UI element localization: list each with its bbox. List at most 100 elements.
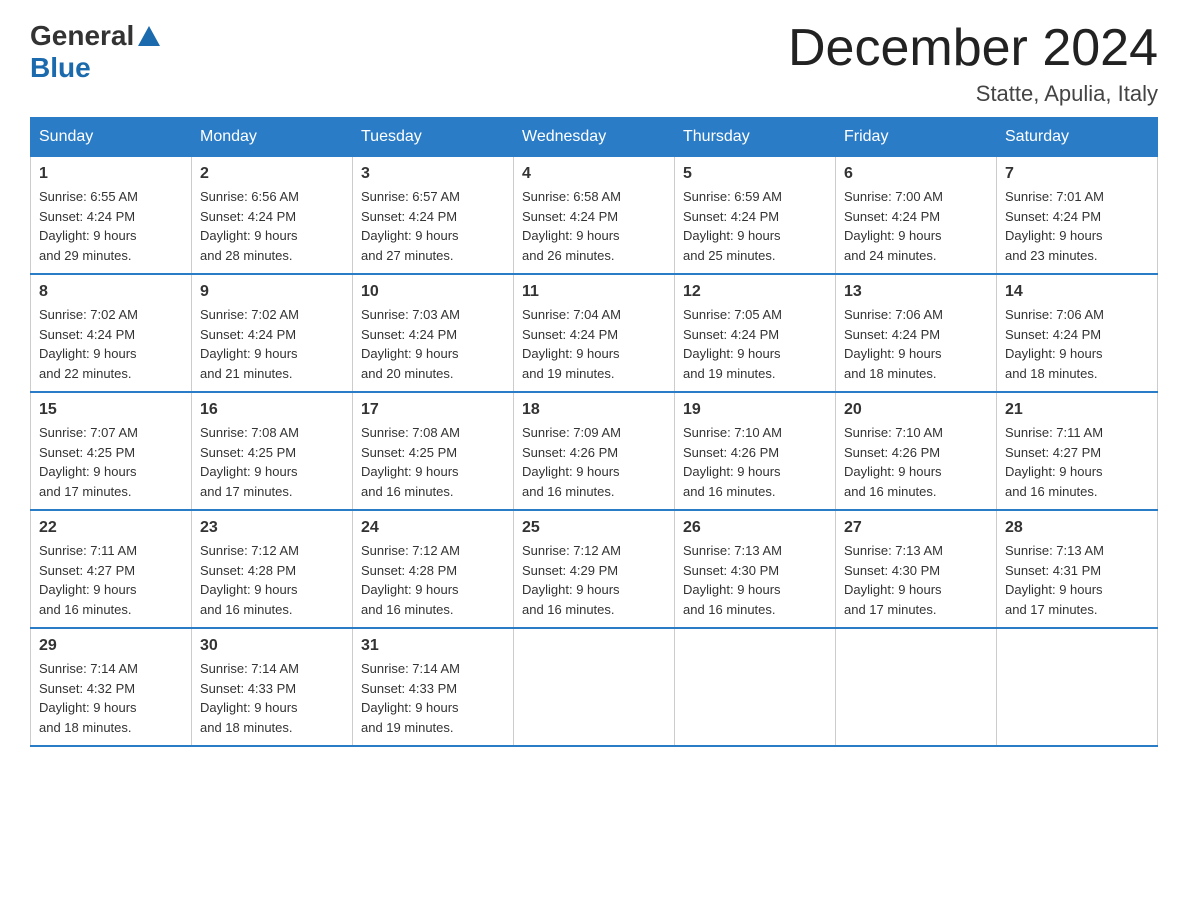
day-number: 16 [200,401,344,419]
calendar-cell: 25 Sunrise: 7:12 AM Sunset: 4:29 PM Dayl… [514,510,675,628]
day-number: 6 [844,165,988,183]
day-number: 27 [844,519,988,537]
logo-blue-text: Blue [30,52,91,83]
day-info: Sunrise: 7:09 AM Sunset: 4:26 PM Dayligh… [522,423,666,501]
calendar-cell: 6 Sunrise: 7:00 AM Sunset: 4:24 PM Dayli… [836,157,997,275]
day-number: 10 [361,283,505,301]
day-info: Sunrise: 7:12 AM Sunset: 4:29 PM Dayligh… [522,541,666,619]
calendar-cell: 23 Sunrise: 7:12 AM Sunset: 4:28 PM Dayl… [192,510,353,628]
day-number: 21 [1005,401,1149,419]
weekday-header-thursday: Thursday [675,118,836,157]
calendar-cell: 17 Sunrise: 7:08 AM Sunset: 4:25 PM Dayl… [353,392,514,510]
calendar-cell: 29 Sunrise: 7:14 AM Sunset: 4:32 PM Dayl… [31,628,192,746]
day-info: Sunrise: 7:14 AM Sunset: 4:33 PM Dayligh… [361,659,505,737]
calendar-cell: 19 Sunrise: 7:10 AM Sunset: 4:26 PM Dayl… [675,392,836,510]
day-number: 17 [361,401,505,419]
day-number: 4 [522,165,666,183]
month-title: December 2024 [788,20,1158,77]
day-info: Sunrise: 7:08 AM Sunset: 4:25 PM Dayligh… [361,423,505,501]
calendar-week-row: 29 Sunrise: 7:14 AM Sunset: 4:32 PM Dayl… [31,628,1158,746]
logo: General Blue [30,20,160,84]
day-number: 3 [361,165,505,183]
day-info: Sunrise: 7:14 AM Sunset: 4:33 PM Dayligh… [200,659,344,737]
day-number: 2 [200,165,344,183]
calendar-cell: 13 Sunrise: 7:06 AM Sunset: 4:24 PM Dayl… [836,274,997,392]
day-info: Sunrise: 7:01 AM Sunset: 4:24 PM Dayligh… [1005,187,1149,265]
day-info: Sunrise: 7:00 AM Sunset: 4:24 PM Dayligh… [844,187,988,265]
day-number: 22 [39,519,183,537]
weekday-header-monday: Monday [192,118,353,157]
logo-arrows [138,26,160,46]
calendar-cell: 10 Sunrise: 7:03 AM Sunset: 4:24 PM Dayl… [353,274,514,392]
day-number: 5 [683,165,827,183]
day-info: Sunrise: 7:03 AM Sunset: 4:24 PM Dayligh… [361,305,505,383]
day-info: Sunrise: 7:11 AM Sunset: 4:27 PM Dayligh… [1005,423,1149,501]
calendar-week-row: 22 Sunrise: 7:11 AM Sunset: 4:27 PM Dayl… [31,510,1158,628]
weekday-header-saturday: Saturday [997,118,1158,157]
calendar-cell: 28 Sunrise: 7:13 AM Sunset: 4:31 PM Dayl… [997,510,1158,628]
day-info: Sunrise: 6:57 AM Sunset: 4:24 PM Dayligh… [361,187,505,265]
day-info: Sunrise: 7:12 AM Sunset: 4:28 PM Dayligh… [200,541,344,619]
weekday-header-tuesday: Tuesday [353,118,514,157]
title-section: December 2024 Statte, Apulia, Italy [788,20,1158,107]
calendar-cell: 16 Sunrise: 7:08 AM Sunset: 4:25 PM Dayl… [192,392,353,510]
day-info: Sunrise: 6:59 AM Sunset: 4:24 PM Dayligh… [683,187,827,265]
calendar-cell: 20 Sunrise: 7:10 AM Sunset: 4:26 PM Dayl… [836,392,997,510]
calendar-cell: 1 Sunrise: 6:55 AM Sunset: 4:24 PM Dayli… [31,157,192,275]
calendar-cell [514,628,675,746]
calendar-cell: 9 Sunrise: 7:02 AM Sunset: 4:24 PM Dayli… [192,274,353,392]
day-number: 23 [200,519,344,537]
day-number: 7 [1005,165,1149,183]
day-number: 13 [844,283,988,301]
calendar-cell: 2 Sunrise: 6:56 AM Sunset: 4:24 PM Dayli… [192,157,353,275]
calendar-cell: 3 Sunrise: 6:57 AM Sunset: 4:24 PM Dayli… [353,157,514,275]
calendar-cell: 31 Sunrise: 7:14 AM Sunset: 4:33 PM Dayl… [353,628,514,746]
day-info: Sunrise: 7:02 AM Sunset: 4:24 PM Dayligh… [39,305,183,383]
day-info: Sunrise: 7:02 AM Sunset: 4:24 PM Dayligh… [200,305,344,383]
calendar-cell: 7 Sunrise: 7:01 AM Sunset: 4:24 PM Dayli… [997,157,1158,275]
calendar-cell: 5 Sunrise: 6:59 AM Sunset: 4:24 PM Dayli… [675,157,836,275]
day-number: 31 [361,637,505,655]
calendar-week-row: 1 Sunrise: 6:55 AM Sunset: 4:24 PM Dayli… [31,157,1158,275]
calendar-week-row: 8 Sunrise: 7:02 AM Sunset: 4:24 PM Dayli… [31,274,1158,392]
calendar-cell: 30 Sunrise: 7:14 AM Sunset: 4:33 PM Dayl… [192,628,353,746]
day-number: 12 [683,283,827,301]
weekday-header-sunday: Sunday [31,118,192,157]
day-info: Sunrise: 7:13 AM Sunset: 4:31 PM Dayligh… [1005,541,1149,619]
day-info: Sunrise: 7:06 AM Sunset: 4:24 PM Dayligh… [1005,305,1149,383]
calendar-cell: 15 Sunrise: 7:07 AM Sunset: 4:25 PM Dayl… [31,392,192,510]
day-info: Sunrise: 7:11 AM Sunset: 4:27 PM Dayligh… [39,541,183,619]
day-number: 24 [361,519,505,537]
calendar-cell: 18 Sunrise: 7:09 AM Sunset: 4:26 PM Dayl… [514,392,675,510]
weekday-header-friday: Friday [836,118,997,157]
day-info: Sunrise: 7:13 AM Sunset: 4:30 PM Dayligh… [683,541,827,619]
day-number: 30 [200,637,344,655]
day-number: 9 [200,283,344,301]
day-info: Sunrise: 7:10 AM Sunset: 4:26 PM Dayligh… [844,423,988,501]
calendar-cell: 12 Sunrise: 7:05 AM Sunset: 4:24 PM Dayl… [675,274,836,392]
weekday-header-wednesday: Wednesday [514,118,675,157]
calendar-cell: 22 Sunrise: 7:11 AM Sunset: 4:27 PM Dayl… [31,510,192,628]
day-info: Sunrise: 6:56 AM Sunset: 4:24 PM Dayligh… [200,187,344,265]
location-text: Statte, Apulia, Italy [788,81,1158,107]
day-number: 20 [844,401,988,419]
day-number: 29 [39,637,183,655]
calendar-cell: 4 Sunrise: 6:58 AM Sunset: 4:24 PM Dayli… [514,157,675,275]
day-number: 18 [522,401,666,419]
calendar-cell: 27 Sunrise: 7:13 AM Sunset: 4:30 PM Dayl… [836,510,997,628]
calendar-table: SundayMondayTuesdayWednesdayThursdayFrid… [30,117,1158,747]
calendar-cell: 26 Sunrise: 7:13 AM Sunset: 4:30 PM Dayl… [675,510,836,628]
day-info: Sunrise: 7:06 AM Sunset: 4:24 PM Dayligh… [844,305,988,383]
logo-general-text: General [30,20,134,52]
day-info: Sunrise: 6:55 AM Sunset: 4:24 PM Dayligh… [39,187,183,265]
day-info: Sunrise: 7:07 AM Sunset: 4:25 PM Dayligh… [39,423,183,501]
day-number: 1 [39,165,183,183]
day-number: 11 [522,283,666,301]
weekday-header-row: SundayMondayTuesdayWednesdayThursdayFrid… [31,118,1158,157]
day-number: 25 [522,519,666,537]
day-number: 14 [1005,283,1149,301]
day-info: Sunrise: 7:13 AM Sunset: 4:30 PM Dayligh… [844,541,988,619]
day-number: 28 [1005,519,1149,537]
calendar-week-row: 15 Sunrise: 7:07 AM Sunset: 4:25 PM Dayl… [31,392,1158,510]
day-info: Sunrise: 7:05 AM Sunset: 4:24 PM Dayligh… [683,305,827,383]
